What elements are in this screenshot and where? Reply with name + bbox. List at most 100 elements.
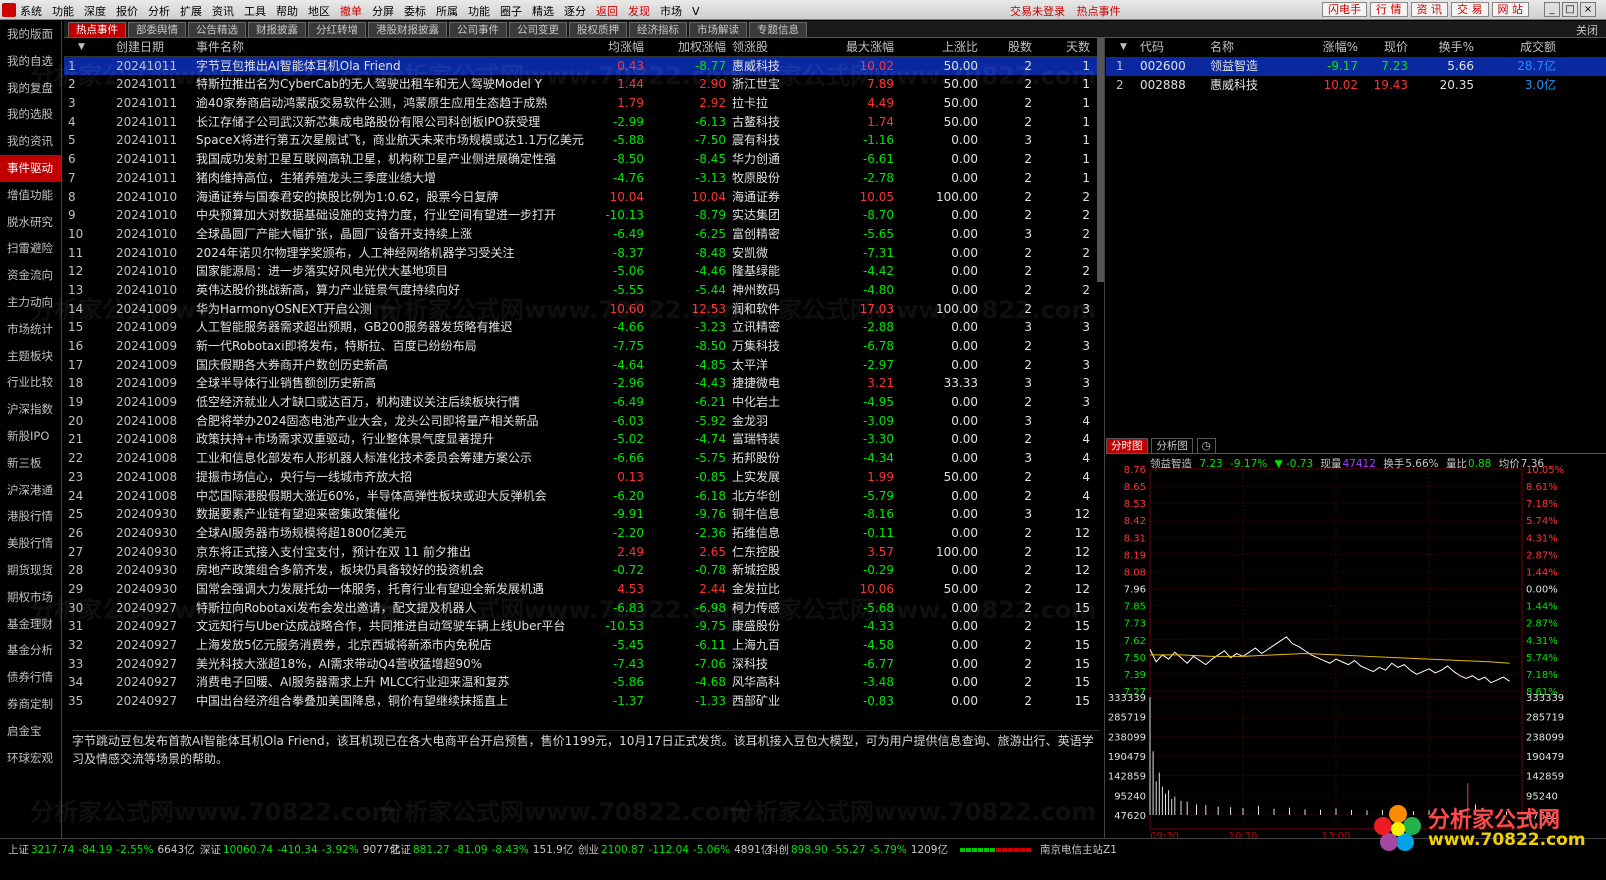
index-quote[interactable]: 北证 881.27 -81.09 -8.43% 151.9亿: [390, 842, 573, 857]
table-row[interactable]: 16 20241009 新一代Robotaxi即将发布，特斯拉、百度已纷纷布局 -7.…: [64, 337, 1100, 356]
col-header-chg[interactable]: 涨幅%: [1286, 38, 1358, 57]
sidebar-item[interactable]: 基金理财: [0, 611, 61, 638]
col-header-lead[interactable]: 领涨股: [732, 38, 798, 57]
sidebar-item[interactable]: 事件驱动: [0, 154, 61, 182]
sidebar-item[interactable]: 我的自选: [0, 48, 61, 75]
table-row[interactable]: 5 20241011 SpaceX将进行第五次星舰试飞，商业航天未来市场规模或达1.…: [64, 131, 1100, 150]
row-leading-stock[interactable]: 牧原股份: [732, 169, 798, 188]
table-row[interactable]: 11 20241010 2024年诺贝尔物理学奖颁布，人工神经网络机器学习受关注 -8…: [64, 244, 1100, 263]
menu-item[interactable]: 功能: [52, 3, 74, 19]
col-header-count[interactable]: 股数: [988, 38, 1032, 57]
menu-item[interactable]: 深度: [84, 3, 106, 19]
row-leading-stock[interactable]: 立讯精密: [732, 318, 798, 337]
top-button[interactable]: 交 易: [1451, 2, 1489, 17]
row-leading-stock[interactable]: 拉卡拉: [732, 94, 798, 113]
sidebar-item[interactable]: 主力动向: [0, 289, 61, 316]
row-event-name[interactable]: 合肥将举办2024固态电池产业大会，龙头公司即将量产相关新品: [196, 412, 584, 431]
menu-item[interactable]: V: [692, 5, 700, 18]
row-event-name[interactable]: 英伟达股价挑战新高，算力产业链景气度持续向好: [196, 281, 584, 300]
table-row[interactable]: 21 20241008 政策扶持+市场需求双重驱动，行业整体景气度显著提升 -5.02…: [64, 430, 1100, 449]
menu-item[interactable]: 分屏: [372, 3, 394, 19]
row-leading-stock[interactable]: 铜牛信息: [732, 505, 798, 524]
index-quote[interactable]: 深证 10060.74 -410.34 -3.92% 9077亿: [200, 842, 400, 857]
row-leading-stock[interactable]: 富瑞特装: [732, 430, 798, 449]
sidebar-item[interactable]: 启金宝: [0, 718, 61, 745]
tab-item[interactable]: 公司变更: [509, 22, 567, 37]
col-header-date[interactable]: 创建日期: [116, 38, 192, 57]
row-event-name[interactable]: 提振市场信心，央行与一线城市齐放大招: [196, 468, 584, 487]
row-event-name[interactable]: 字节豆包推出AI智能体耳机Ola Friend: [196, 57, 584, 76]
tab-item[interactable]: 公司事件: [449, 22, 507, 37]
col-header-days[interactable]: 天数: [1040, 38, 1090, 57]
tab-intraday[interactable]: 分时图: [1106, 438, 1148, 453]
table-row[interactable]: 9 20241010 中央预算加大对数据基础设施的支持力度，行业空间有望进一步打开 -…: [64, 206, 1100, 225]
table-row[interactable]: 12 20241010 国家能源局：进一步落实好风电光伏大基地项目 -5.06 -4.4…: [64, 262, 1100, 281]
table-row[interactable]: 10 20241010 全球晶圆厂产能大幅扩张，晶圆厂设备开支持续上涨 -6.49 -6…: [64, 225, 1100, 244]
stock-name[interactable]: 领益智造: [1210, 57, 1258, 76]
row-leading-stock[interactable]: 金发拉比: [732, 580, 798, 599]
row-leading-stock[interactable]: 中化岩土: [732, 393, 798, 412]
row-event-name[interactable]: 海通证券与国泰君安的换股比例为1:0.62，股票今日复牌: [196, 188, 584, 207]
sidebar-item[interactable]: 期权市场: [0, 584, 61, 611]
table-row[interactable]: 32 20240927 上海发放5亿元服务消费券，北京西城将新添市内免税店 -5.45…: [64, 636, 1100, 655]
top-button[interactable]: 网 站: [1491, 2, 1529, 17]
row-leading-stock[interactable]: 康盛股份: [732, 617, 798, 636]
row-event-name[interactable]: 全球AI服务器市场规模将超1800亿美元: [196, 524, 584, 543]
close-icon[interactable]: ×: [1580, 2, 1596, 17]
sidebar-item[interactable]: 脱水研究: [0, 209, 61, 236]
menu-item[interactable]: 圈子: [500, 3, 522, 19]
clock-icon[interactable]: ◷: [1196, 438, 1216, 453]
row-leading-stock[interactable]: 神州数码: [732, 281, 798, 300]
table-row[interactable]: 14 20241009 华为HarmonyOSNEXT开启公测 10.60 12.53 润…: [64, 300, 1100, 319]
stock-sort-icon[interactable]: ▼: [1120, 38, 1127, 57]
row-leading-stock[interactable]: 安凯微: [732, 244, 798, 263]
row-leading-stock[interactable]: 捷捷微电: [732, 374, 798, 393]
login-status[interactable]: 交易未登录: [1010, 5, 1065, 18]
table-row[interactable]: 33 20240927 美光科技大涨超18%，AI需求带动Q4营收猛增超90% -7.…: [64, 655, 1100, 674]
table-row[interactable]: 22 20241008 工业和信息化部发布人形机器人标准化技术委员会筹建方案公示 -6…: [64, 449, 1100, 468]
row-leading-stock[interactable]: 惠威科技: [732, 57, 798, 76]
row-event-name[interactable]: 2024年诺贝尔物理学奖颁布，人工神经网络机器学习受关注: [196, 244, 584, 263]
sidebar-item[interactable]: 新股IPO: [0, 423, 61, 450]
row-event-name[interactable]: 上海发放5亿元服务消费券，北京西城将新添市内免税店: [196, 636, 584, 655]
menu-item[interactable]: 帮助: [276, 3, 298, 19]
sidebar-item[interactable]: 基金分析: [0, 637, 61, 664]
menu-item[interactable]: 工具: [244, 3, 266, 19]
table-row[interactable]: 6 20241011 我国成功发射卫星互联网高轨卫星，机构称卫星产业侧进展确定性强 -…: [64, 150, 1100, 169]
sidebar-item[interactable]: 沪深港通: [0, 477, 61, 504]
sidebar-item[interactable]: 新三板: [0, 450, 61, 477]
row-event-name[interactable]: 特斯拉推出名为CyberCab的无人驾驶出租车和无人驾驶Model Y: [196, 75, 584, 94]
row-leading-stock[interactable]: 西部矿业: [732, 692, 798, 711]
table-row[interactable]: 29 20240930 国常会强调大力发展托幼一体服务，托育行业有望迎全新发展机遇 4…: [64, 580, 1100, 599]
close-tab-button[interactable]: 关闭: [1576, 22, 1598, 38]
menu-item[interactable]: 分析: [148, 3, 170, 19]
menu-item[interactable]: 地区: [308, 3, 330, 19]
row-event-name[interactable]: 全球晶圆厂产能大幅扩张，晶圆厂设备开支持续上涨: [196, 225, 584, 244]
menu-item[interactable]: 系统: [20, 3, 42, 19]
stock-row[interactable]: 1 002600 领益智造 -9.17 7.23 5.66 28.7亿: [1106, 57, 1606, 76]
tab-item[interactable]: 分红转增: [308, 22, 366, 37]
row-leading-stock[interactable]: 隆基绿能: [732, 262, 798, 281]
row-event-name[interactable]: 国常会强调大力发展托幼一体服务，托育行业有望迎全新发展机遇: [196, 580, 584, 599]
table-row[interactable]: 25 20240930 数据要素产业链有望迎来密集政策催化 -9.91 -9.76 铜牛信…: [64, 505, 1100, 524]
table-row[interactable]: 23 20241008 提振市场信心，央行与一线城市齐放大招 0.13 -0.85 上实发…: [64, 468, 1100, 487]
menu-item[interactable]: 资讯: [212, 3, 234, 19]
row-leading-stock[interactable]: 实达集团: [732, 206, 798, 225]
row-leading-stock[interactable]: 新城控股: [732, 561, 798, 580]
tab-item[interactable]: 股权质押: [569, 22, 627, 37]
col-header-turnover[interactable]: 换手%: [1416, 38, 1474, 57]
sidebar-item[interactable]: 期货现货: [0, 557, 61, 584]
row-event-name[interactable]: 我国成功发射卫星互联网高轨卫星，机构称卫星产业侧进展确定性强: [196, 150, 584, 169]
menu-item[interactable]: 所属: [436, 3, 458, 19]
table-row[interactable]: 18 20241009 全球半导体行业销售额创历史新高 -2.96 -4.43 捷捷微电 3…: [64, 374, 1100, 393]
table-row[interactable]: 20 20241008 合肥将举办2024固态电池产业大会，龙头公司即将量产相关新品…: [64, 412, 1100, 431]
menu-item[interactable]: 撤单: [340, 3, 362, 19]
row-event-name[interactable]: 全球半导体行业销售额创历史新高: [196, 374, 584, 393]
row-event-name[interactable]: 京东将正式接入支付宝支付，预计在双 11 前夕推出: [196, 543, 584, 562]
table-row[interactable]: 26 20240930 全球AI服务器市场规模将超1800亿美元 -2.20 -2.36…: [64, 524, 1100, 543]
tab-item[interactable]: 经济指标: [629, 22, 687, 37]
row-leading-stock[interactable]: 仁东控股: [732, 543, 798, 562]
table-row[interactable]: 27 20240930 京东将正式接入支付宝支付，预计在双 11 前夕推出 2.49 2…: [64, 543, 1100, 562]
server-name[interactable]: 南京电信主站Z1: [1040, 842, 1117, 857]
table-row[interactable]: 31 20240927 文远知行与Uber达成战略合作，共同推进自动驾驶车辆上线Ub…: [64, 617, 1100, 636]
